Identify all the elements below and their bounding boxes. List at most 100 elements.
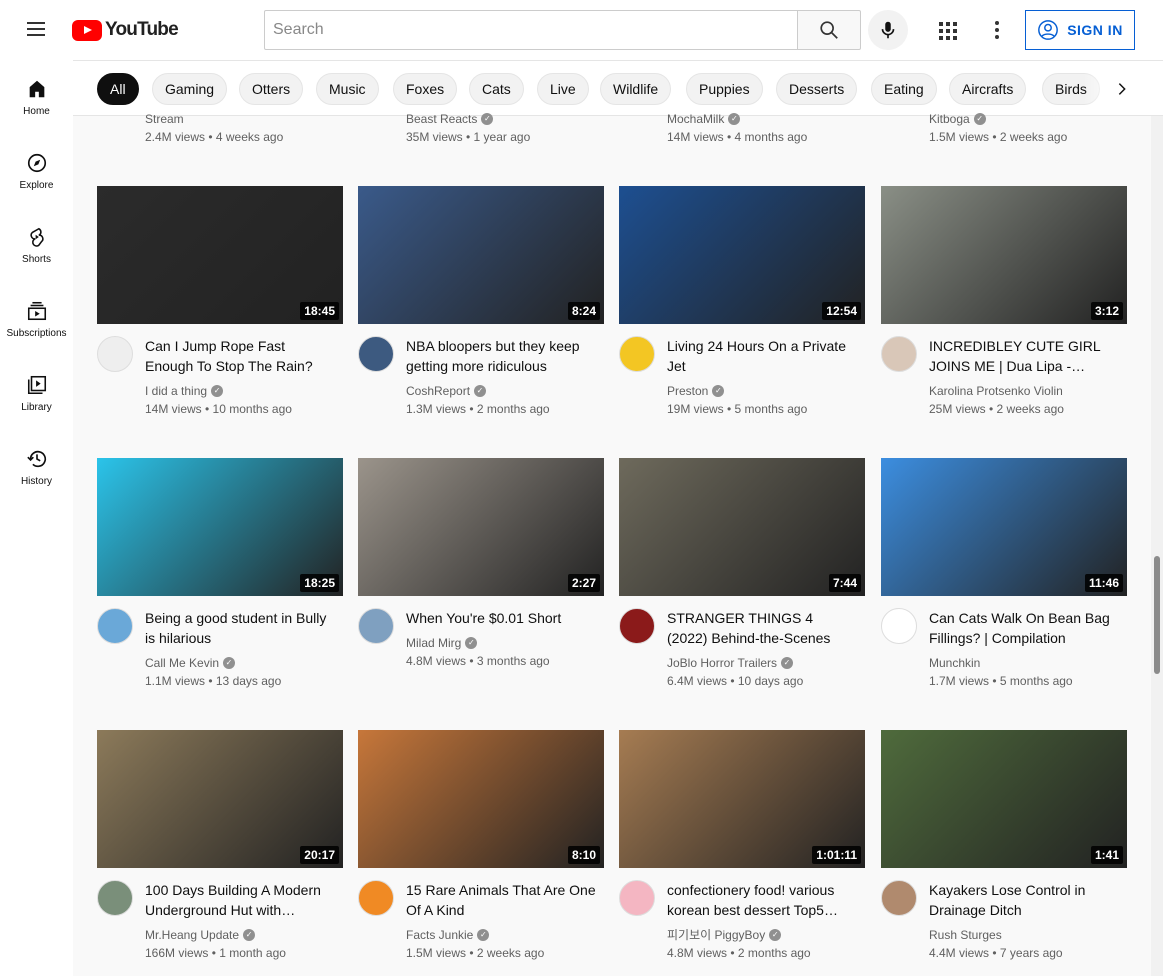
channel-avatar[interactable] bbox=[97, 336, 133, 372]
channel-name-text: JoBlo Horror Trailers bbox=[667, 656, 778, 670]
video-card[interactable]: 11:46 Can Cats Walk On Bean Bag Fillings?… bbox=[881, 458, 1127, 690]
video-card[interactable]: 8:24 NBA bloopers but they keep getting m… bbox=[358, 186, 604, 418]
video-title[interactable]: STRANGER THINGS 4 (2022) Behind-the-Scen… bbox=[667, 608, 857, 648]
video-thumbnail[interactable]: 12:54 bbox=[619, 186, 865, 324]
apps-icon[interactable] bbox=[936, 18, 960, 42]
settings-more-icon[interactable] bbox=[985, 18, 1009, 42]
video-card[interactable]: 18:45 Can I Jump Rope Fast Enough To Stop… bbox=[97, 186, 343, 418]
voice-search-button[interactable] bbox=[868, 10, 908, 50]
video-thumbnail[interactable]: 1:41 bbox=[881, 730, 1127, 868]
search-button[interactable] bbox=[797, 10, 861, 50]
video-title[interactable]: NBA bloopers but they keep getting more … bbox=[406, 336, 596, 376]
channel-name[interactable]: CoshReport ✓ bbox=[406, 382, 596, 400]
video-title[interactable]: Kayakers Lose Control in Drainage Ditch bbox=[929, 880, 1119, 920]
channel-name[interactable]: I did a thing ✓ bbox=[145, 382, 335, 400]
chip-live[interactable]: Live bbox=[537, 73, 589, 105]
channel-avatar[interactable] bbox=[619, 336, 655, 372]
channel-avatar[interactable] bbox=[881, 880, 917, 916]
video-card[interactable]: 12:54 Living 24 Hours On a Private Jet Pre… bbox=[619, 186, 865, 418]
video-card[interactable]: 1:41 Kayakers Lose Control in Drainage Di… bbox=[881, 730, 1127, 962]
video-thumbnail[interactable]: 3:12 bbox=[881, 186, 1127, 324]
video-thumbnail[interactable]: 11:46 bbox=[881, 458, 1127, 596]
video-title[interactable]: Being a good student in Bully is hilario… bbox=[145, 608, 335, 648]
chip-puppies[interactable]: Puppies bbox=[686, 73, 763, 105]
menu-icon[interactable] bbox=[24, 18, 48, 42]
channel-name[interactable]: MochaMilk ✓ bbox=[667, 110, 807, 128]
video-info: STRANGER THINGS 4 (2022) Behind-the-Scen… bbox=[667, 608, 857, 690]
video-card[interactable]: 7:44 STRANGER THINGS 4 (2022) Behind-the-… bbox=[619, 458, 865, 690]
channel-name[interactable]: Munchkin bbox=[929, 654, 1119, 672]
video-thumbnail[interactable]: 20:17 bbox=[97, 730, 343, 868]
video-title[interactable]: 15 Rare Animals That Are One Of A Kind bbox=[406, 880, 596, 920]
chip-eating[interactable]: Eating bbox=[871, 73, 937, 105]
channel-avatar[interactable] bbox=[358, 608, 394, 644]
video-card[interactable]: 2:27 When You're $0.01 Short Milad Mirg ✓ 4.… bbox=[358, 458, 604, 670]
video-card[interactable]: 8:10 15 Rare Animals That Are One Of A Ki… bbox=[358, 730, 604, 962]
video-card[interactable]: 1:01:11 confectionery food! various korea… bbox=[619, 730, 865, 962]
youtube-logo[interactable]: YouTube bbox=[72, 19, 179, 41]
channel-avatar[interactable] bbox=[619, 608, 655, 644]
channel-name[interactable]: 피기보이 PiggyBoy ✓ bbox=[667, 926, 857, 944]
channel-avatar[interactable] bbox=[619, 880, 655, 916]
channel-name-text: Kitboga bbox=[929, 112, 970, 126]
sidebar-item-label: Explore bbox=[19, 180, 54, 191]
video-thumbnail[interactable]: 8:24 bbox=[358, 186, 604, 324]
video-card[interactable]: 18:25 Being a good student in Bully is hi… bbox=[97, 458, 343, 690]
video-title[interactable]: confectionery food! various korean best … bbox=[667, 880, 857, 920]
channel-name[interactable]: Call Me Kevin ✓ bbox=[145, 654, 335, 672]
video-thumbnail[interactable]: 1:01:11 bbox=[619, 730, 865, 868]
video-thumbnail[interactable]: 8:10 bbox=[358, 730, 604, 868]
channel-name[interactable]: Milad Mirg ✓ bbox=[406, 634, 596, 652]
chip-gaming[interactable]: Gaming bbox=[152, 73, 228, 105]
sidebar-item-home[interactable]: Home bbox=[0, 60, 73, 134]
sign-in-button[interactable]: SIGN IN bbox=[1025, 10, 1135, 50]
channel-avatar[interactable] bbox=[881, 608, 917, 644]
channel-name[interactable]: Beast Reacts ✓ bbox=[406, 110, 530, 128]
channel-name[interactable]: Karolina Protsenko Violin bbox=[929, 382, 1119, 400]
channel-name[interactable]: Kitboga ✓ bbox=[929, 110, 1067, 128]
sidebar-item-library[interactable]: Library bbox=[0, 356, 73, 430]
chip-wildlife[interactable]: Wildlife bbox=[600, 73, 672, 105]
channel-name[interactable]: Preston ✓ bbox=[667, 382, 857, 400]
channel-name[interactable]: Facts Junkie ✓ bbox=[406, 926, 596, 944]
sidebar-item-history[interactable]: History bbox=[0, 430, 73, 504]
channel-name[interactable]: JoBlo Horror Trailers ✓ bbox=[667, 654, 857, 672]
channel-avatar[interactable] bbox=[358, 336, 394, 372]
chip-music[interactable]: Music bbox=[316, 73, 379, 105]
video-title[interactable]: Can Cats Walk On Bean Bag Fillings? | Co… bbox=[929, 608, 1119, 648]
video-thumbnail[interactable]: 18:45 bbox=[97, 186, 343, 324]
sidebar-item-explore[interactable]: Explore bbox=[0, 134, 73, 208]
scrollbar-thumb[interactable] bbox=[1154, 556, 1160, 674]
video-thumbnail[interactable]: 7:44 bbox=[619, 458, 865, 596]
video-card[interactable]: 20:17 100 Days Building A Modern Undergro… bbox=[97, 730, 343, 962]
video-duration: 2:27 bbox=[567, 574, 600, 592]
channel-avatar[interactable] bbox=[881, 336, 917, 372]
channel-name[interactable]: Mr.Heang Update ✓ bbox=[145, 926, 335, 944]
video-thumbnail[interactable]: 18:25 bbox=[97, 458, 343, 596]
chip-otters[interactable]: Otters bbox=[239, 73, 304, 105]
video-title[interactable]: INCREDIBLEY CUTE GIRL JOINS ME | Dua Lip… bbox=[929, 336, 1119, 376]
channel-avatar[interactable] bbox=[97, 880, 133, 916]
search-icon bbox=[820, 21, 838, 39]
chip-cats[interactable]: Cats bbox=[469, 73, 524, 105]
chip-all[interactable]: All bbox=[97, 73, 139, 105]
video-title[interactable]: Can I Jump Rope Fast Enough To Stop The … bbox=[145, 336, 335, 376]
channel-name-text: CoshReport bbox=[406, 384, 471, 398]
channel-avatar[interactable] bbox=[358, 880, 394, 916]
video-title[interactable]: 100 Days Building A Modern Underground H… bbox=[145, 880, 335, 920]
chip-aircrafts[interactable]: Aircrafts bbox=[949, 73, 1027, 105]
chip-foxes[interactable]: Foxes bbox=[393, 73, 458, 105]
video-thumbnail[interactable]: 2:27 bbox=[358, 458, 604, 596]
video-title[interactable]: Living 24 Hours On a Private Jet bbox=[667, 336, 857, 376]
scrollbar[interactable] bbox=[1151, 116, 1163, 976]
chip-desserts[interactable]: Desserts bbox=[776, 73, 858, 105]
channel-avatar[interactable] bbox=[97, 608, 133, 644]
channel-name[interactable]: Rush Sturges bbox=[929, 926, 1119, 944]
sidebar-item-subscriptions[interactable]: Subscriptions bbox=[0, 282, 73, 356]
search-input[interactable] bbox=[265, 21, 797, 39]
video-card[interactable]: 3:12 INCREDIBLEY CUTE GIRL JOINS ME | Dua… bbox=[881, 186, 1127, 418]
video-title[interactable]: When You're $0.01 Short bbox=[406, 608, 596, 628]
sidebar-item-shorts[interactable]: Shorts bbox=[0, 208, 73, 282]
channel-name[interactable]: Stream bbox=[145, 110, 283, 128]
chip-next-button[interactable] bbox=[1110, 77, 1134, 101]
